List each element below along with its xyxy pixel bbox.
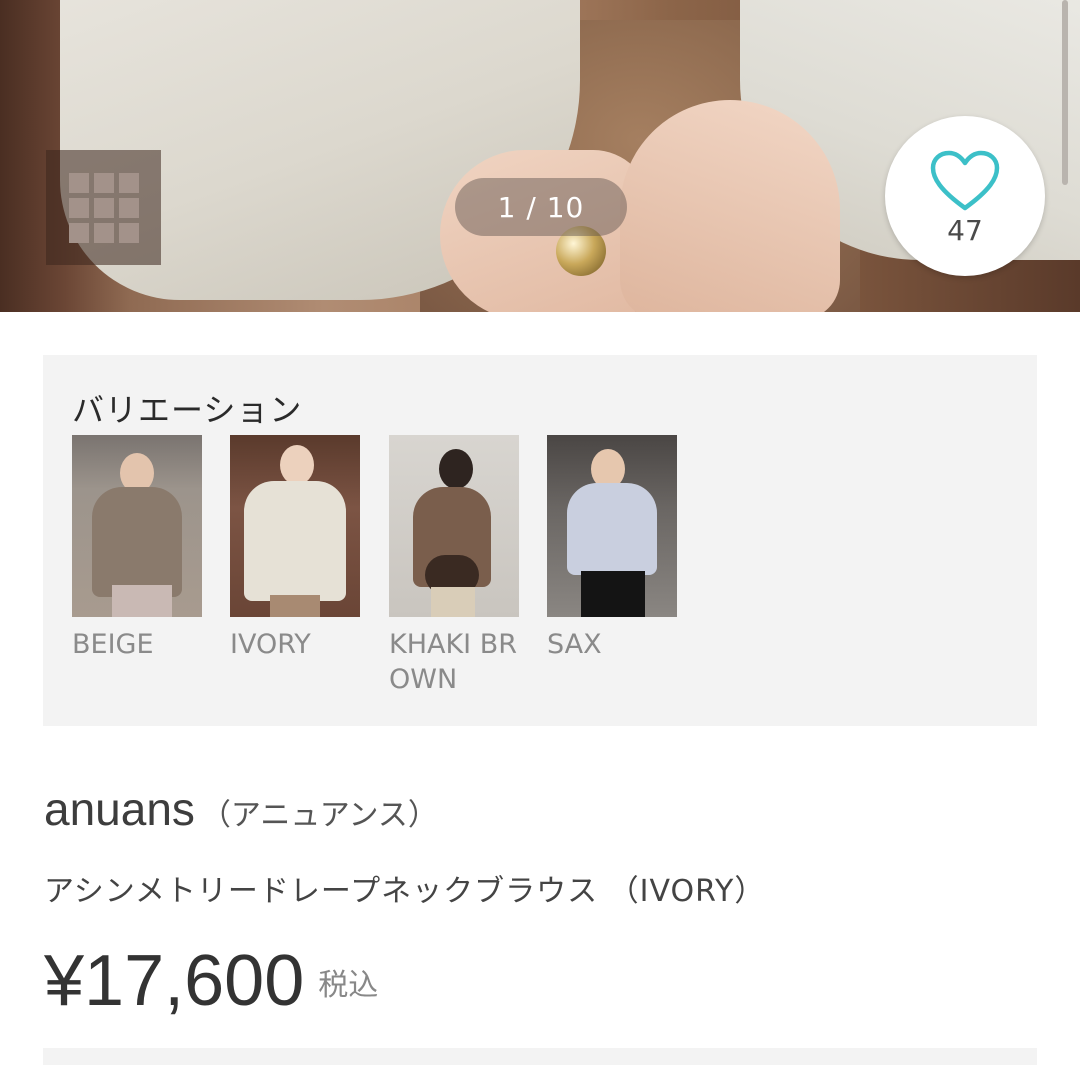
model-skirt-shape (431, 587, 475, 617)
model-body-shape (567, 483, 657, 575)
model-head-shape (439, 449, 473, 489)
variation-thumbnail[interactable] (547, 435, 677, 617)
variation-item-khaki-brown[interactable]: KHAKI BROWN (389, 435, 519, 697)
variation-label: KHAKI BROWN (389, 629, 518, 695)
model-skirt-shape (581, 571, 645, 617)
scrollbar[interactable] (1062, 0, 1068, 185)
model-body-shape (92, 487, 182, 597)
variation-thumbnail[interactable] (389, 435, 519, 617)
hand-right-shape (620, 100, 840, 312)
variation-item-beige[interactable]: BEIGE (72, 435, 202, 662)
next-section-strip (43, 1048, 1037, 1065)
variation-label: IVORY (230, 629, 311, 660)
variation-section: バリエーション BEIGE IVORY KHAKI BROWN SAX (43, 355, 1037, 726)
image-counter: 1 / 10 (455, 178, 627, 236)
tax-label: 税込 (318, 969, 379, 1002)
favorite-button[interactable]: 47 (885, 116, 1045, 276)
variation-thumbnail[interactable] (230, 435, 360, 617)
product-main-image[interactable]: 1 / 10 47 (0, 0, 1080, 312)
brand-label: anuans (44, 783, 195, 835)
brand-name[interactable]: anuans （アニュアンス） (44, 782, 438, 836)
grid-view-button[interactable] (46, 150, 161, 265)
grid-icon (68, 172, 139, 243)
brand-kana: （アニュアンス） (200, 799, 438, 832)
model-skirt-shape (270, 595, 320, 617)
model-head-shape (280, 445, 314, 485)
variation-item-ivory[interactable]: IVORY (230, 435, 360, 662)
model-skirt-shape (112, 585, 172, 617)
heart-icon (930, 150, 1000, 210)
price-value: ¥17,600 (44, 941, 305, 1021)
favorite-count: 47 (947, 213, 983, 247)
model-body-shape (244, 481, 346, 601)
variation-label: SAX (547, 629, 602, 660)
product-name: アシンメトリードレープネックブラウス （IVORY） (44, 874, 766, 909)
variation-item-sax[interactable]: SAX (547, 435, 677, 662)
variation-thumbnail[interactable] (72, 435, 202, 617)
variation-title: バリエーション (72, 391, 303, 429)
variation-label: BEIGE (72, 629, 154, 660)
price: ¥17,600 税込 (44, 940, 378, 1022)
